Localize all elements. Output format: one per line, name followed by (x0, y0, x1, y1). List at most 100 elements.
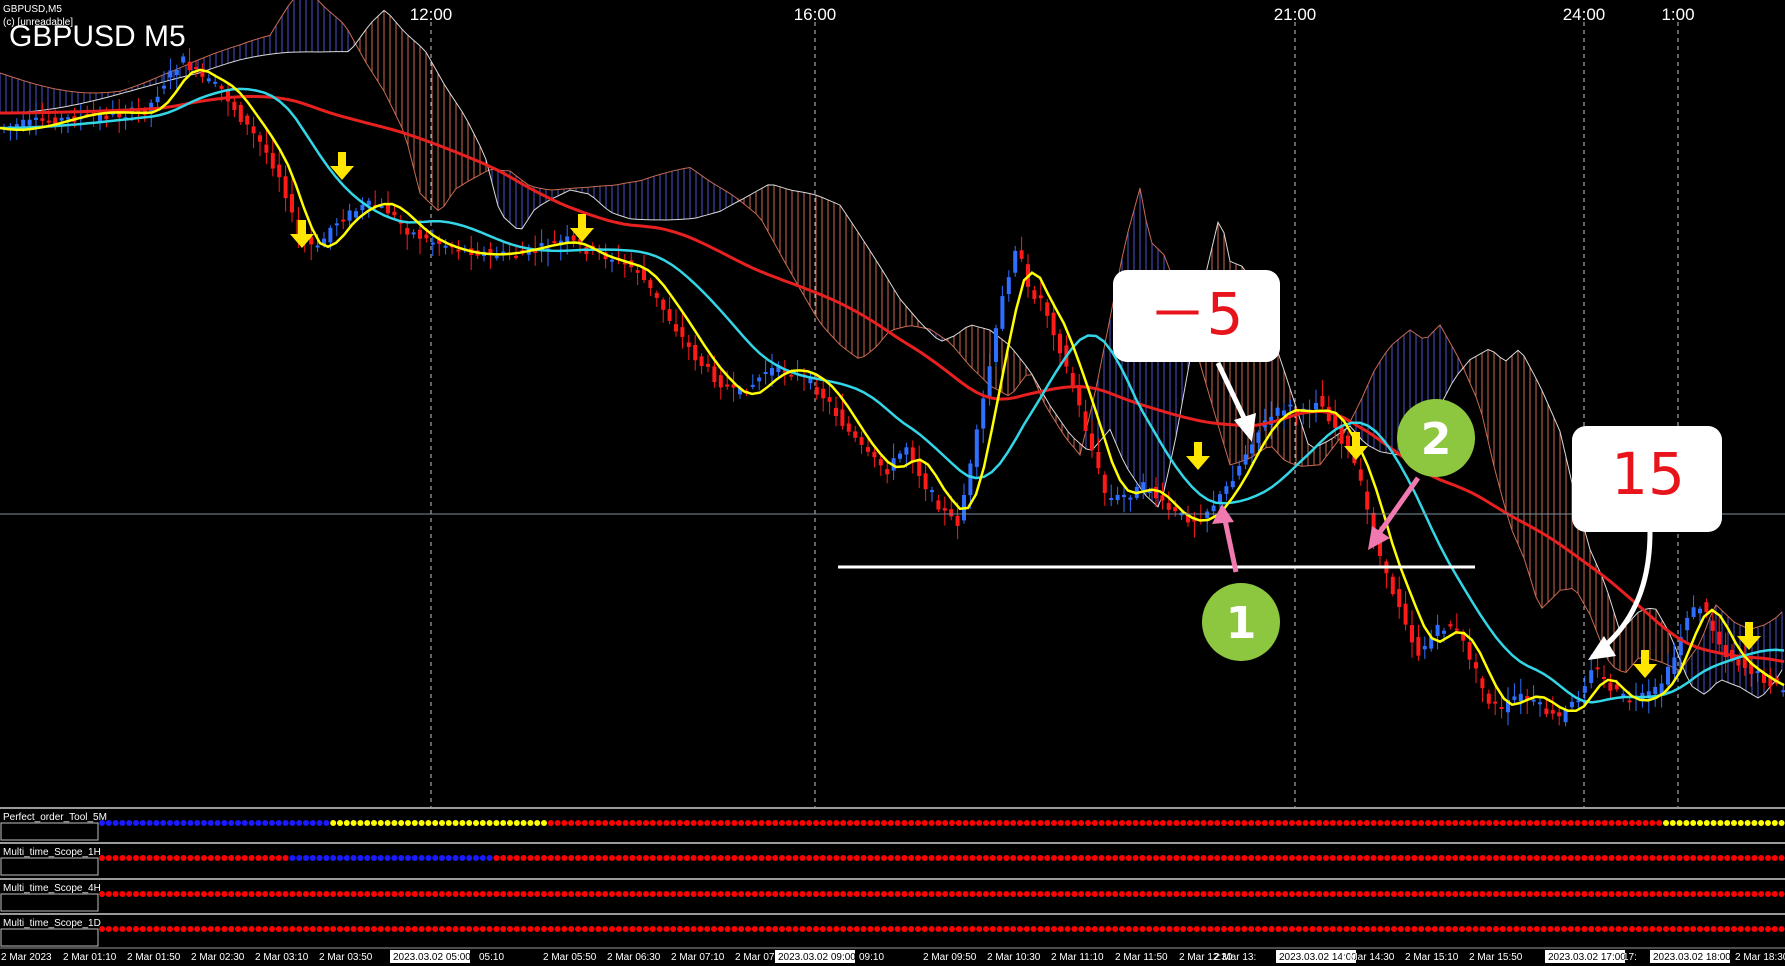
indicator-dot (1499, 926, 1506, 932)
indicator-dot (1717, 926, 1724, 932)
indicator-dot (881, 891, 887, 897)
indicator-dot (1459, 855, 1465, 861)
indicator-dot (1159, 926, 1166, 932)
candle-body (1570, 701, 1574, 708)
indicator-dot (296, 855, 303, 861)
indicator-dot (1261, 891, 1268, 897)
indicator-dot (541, 855, 547, 861)
indicator-dot (595, 891, 602, 897)
indicator-dot (146, 820, 153, 826)
indicator-dot (969, 891, 976, 897)
indicator-dot (819, 855, 826, 861)
chart-window[interactable]: 12:00 16:00 21:00 24:00 1:00 GBPUSD,M5 (c) [… (0, 0, 1785, 966)
indicator-dot (765, 926, 772, 932)
indicator-dot (1336, 820, 1343, 826)
indicator-dot (1663, 891, 1669, 897)
indicator-dot (1649, 891, 1656, 897)
indicator-dot (418, 855, 425, 861)
candle-body (1275, 407, 1280, 416)
indicator-dot (1282, 926, 1289, 932)
indicator-dot (167, 820, 173, 826)
indicator-dot (221, 855, 228, 861)
indicator-dot (704, 855, 711, 861)
indicator-dot (765, 855, 772, 861)
indicator-dot (350, 820, 357, 826)
candle-body (923, 473, 928, 490)
indicator-dot (398, 855, 405, 861)
candle-body (1288, 404, 1293, 407)
indicator-dot (663, 926, 670, 932)
indicator-dot (418, 926, 425, 932)
indicator-dot (289, 820, 296, 826)
indicator-dot (1703, 820, 1710, 826)
indicator-dot (180, 891, 187, 897)
indicator-dot (1601, 820, 1608, 826)
indicator-dot (1561, 820, 1567, 826)
indicator-dot (1561, 926, 1567, 932)
indicator-dot (1642, 855, 1649, 861)
indicator-dot (337, 820, 343, 826)
indicator-dot (881, 855, 887, 861)
indicator-dot (1629, 891, 1635, 897)
indicator-dot (1051, 855, 1057, 861)
indicator-dot (643, 926, 649, 932)
indicator-dot (636, 820, 643, 826)
indicator-dot (241, 820, 248, 826)
indicator-dot (1649, 926, 1656, 932)
indicator-dot (976, 926, 983, 932)
candle-body (1096, 452, 1101, 469)
indicator-dot (670, 855, 677, 861)
indicator-dot (1629, 855, 1635, 861)
indicator-dot (1540, 926, 1547, 932)
indicator-dot (1635, 891, 1642, 897)
indicator-dot (1765, 820, 1771, 826)
indicator-dot (915, 855, 921, 861)
indicator-dot (187, 891, 194, 897)
indicator-dot (214, 820, 221, 826)
indicator-dot (1472, 926, 1479, 932)
indicator-dot (792, 891, 799, 897)
indicator-dot (826, 891, 833, 897)
indicator-dot (1629, 820, 1635, 826)
indicator-dot (772, 926, 779, 932)
indicator-dot (1153, 926, 1159, 932)
indicator-dot (1615, 855, 1622, 861)
indicator-dot (758, 855, 765, 861)
candle-body (1115, 494, 1120, 501)
indicator-dot (1241, 820, 1248, 826)
candle-body (1582, 686, 1587, 693)
indicator-dot (1438, 926, 1445, 932)
indicator-dot (1350, 820, 1357, 826)
indicator-dot (609, 891, 615, 897)
indicator-dot (711, 855, 717, 861)
indicator-dot (323, 891, 330, 897)
main-plot-area[interactable] (0, 0, 1785, 806)
indicator-dot (840, 820, 847, 826)
indicator-dot (1676, 855, 1683, 861)
indicator-dot (1241, 891, 1248, 897)
indicator-dot (1248, 926, 1255, 932)
indicator-dot (1071, 855, 1078, 861)
indicator-dot (371, 926, 377, 932)
candle-body (981, 398, 986, 429)
top-time-label: 24:00 (1563, 5, 1606, 24)
candle-body (1211, 505, 1216, 512)
indicator-dot (955, 820, 962, 826)
indicator-dot (500, 926, 507, 932)
candle-body (66, 117, 70, 120)
indicator-dot (799, 891, 806, 897)
indicator-dot (867, 855, 874, 861)
candle-body (1608, 682, 1613, 691)
indicator-dot (772, 820, 779, 826)
indicator-dot (649, 926, 656, 932)
indicator-dot (1227, 820, 1234, 826)
indicator-dot (1744, 820, 1751, 826)
indicator-dot (1425, 891, 1431, 897)
indicator-dot (1391, 926, 1397, 932)
indicator-dot (649, 820, 656, 826)
indicator-dot (915, 820, 921, 826)
indicator-dot (1159, 855, 1166, 861)
indicator-dot (1758, 855, 1765, 861)
indicator-dot (636, 855, 643, 861)
indicator-dot (962, 855, 969, 861)
